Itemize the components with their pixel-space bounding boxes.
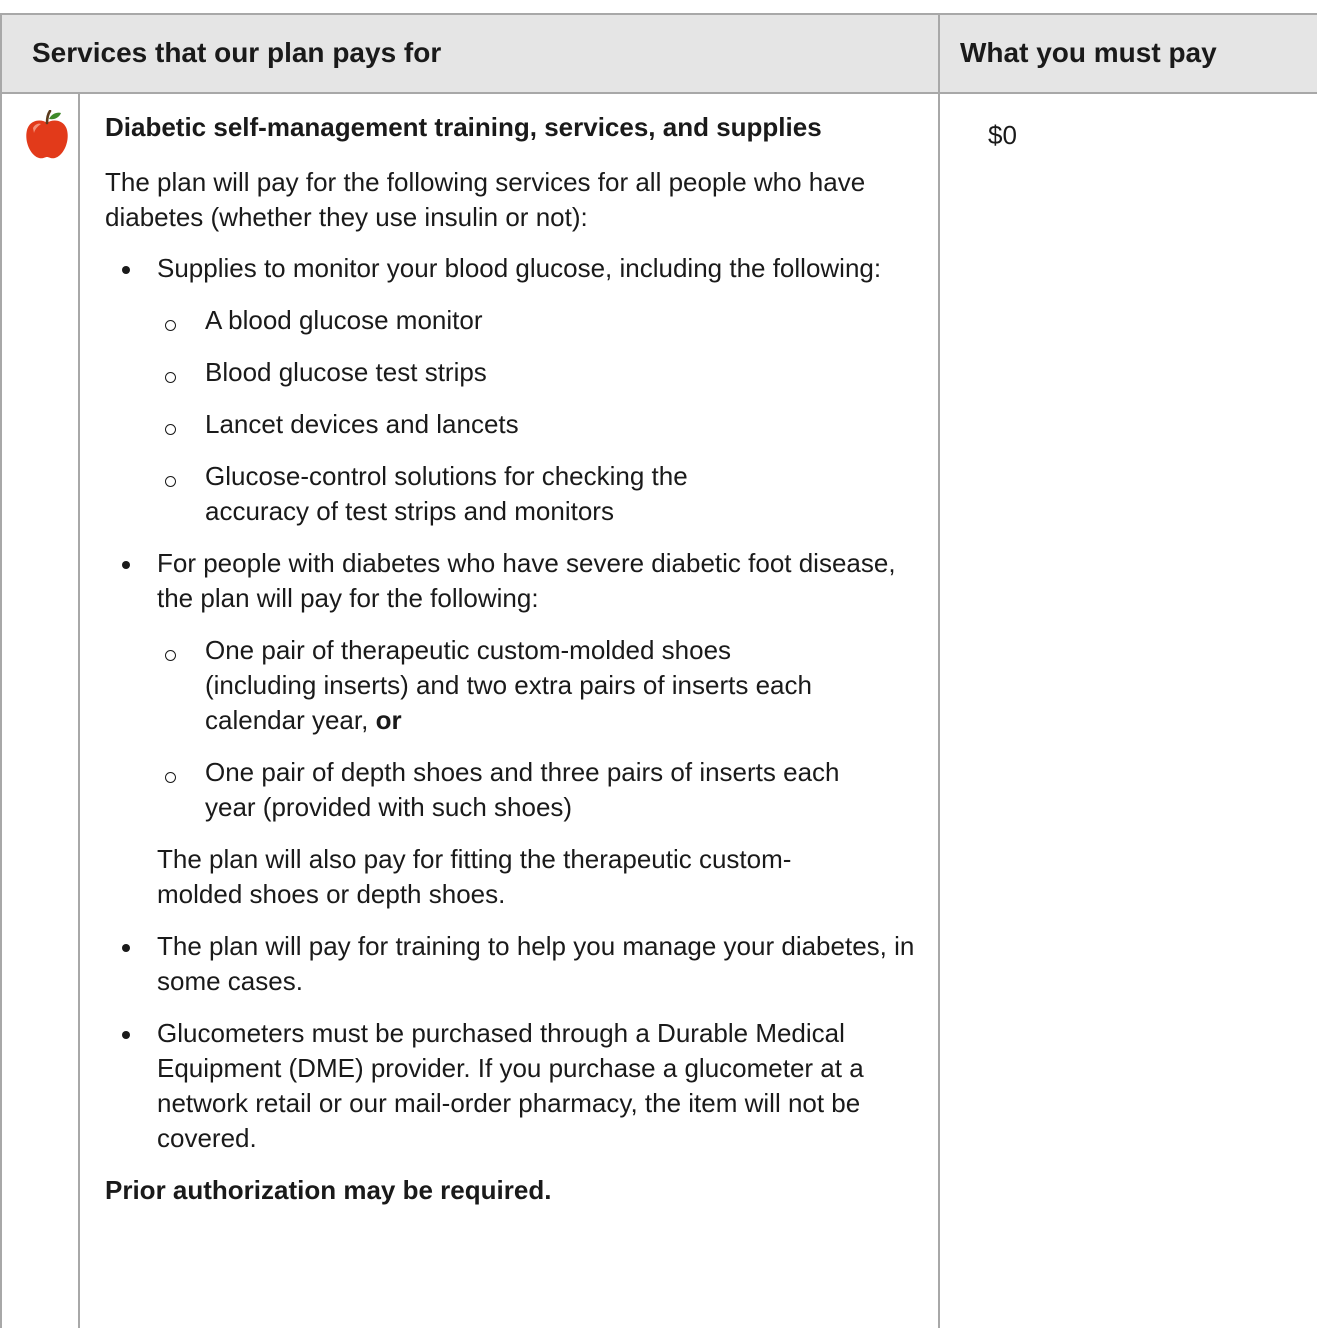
pay-column-header: What you must pay <box>960 37 1217 68</box>
sub-list-item: One pair of therapeutic custom-molded sh… <box>105 633 915 738</box>
list-item: The plan will pay for training to help y… <box>105 929 915 999</box>
circle-bullet-icon <box>165 320 176 331</box>
circle-bullet-icon <box>165 424 176 435</box>
table-left-border <box>0 13 2 1328</box>
list-item-note: The plan will also pay for fitting the t… <box>157 844 792 909</box>
bullet-dot-icon <box>122 1031 130 1039</box>
list-item-text: Glucometers must be purchased through a … <box>157 1018 864 1153</box>
list-item-text: For people with diabetes who have severe… <box>157 548 896 613</box>
list-item: For people with diabetes who have severe… <box>105 546 915 616</box>
bullet-dot-icon <box>122 944 130 952</box>
icon-column-divider <box>78 94 80 1328</box>
circle-bullet-icon <box>165 772 176 783</box>
bullet-dot-icon <box>122 561 130 569</box>
apple-icon <box>26 110 68 159</box>
sub-list-item-emphasis: or <box>375 705 402 735</box>
sub-list-item: Glucose-control solutions for checking t… <box>105 459 915 529</box>
circle-bullet-icon <box>165 650 176 661</box>
sub-list-item-text: One pair of therapeutic custom-molded sh… <box>205 635 812 735</box>
sub-list-item-text: Lancet devices and lancets <box>205 409 519 439</box>
list-item: Supplies to monitor your blood glucose, … <box>105 251 915 286</box>
benefits-table: Services that our plan pays for What you… <box>0 0 1317 1328</box>
list-item: Glucometers must be purchased through a … <box>105 1016 915 1156</box>
sub-list-item-text: Glucose-control solutions for checking t… <box>205 461 688 526</box>
intro-paragraph: The plan will pay for the following serv… <box>105 167 866 232</box>
sub-list-item-text: Blood glucose test strips <box>205 357 487 387</box>
service-title: Diabetic self-management training, servi… <box>105 112 822 142</box>
sub-list-item: One pair of depth shoes and three pairs … <box>105 755 915 825</box>
sub-list-item-text: A blood glucose monitor <box>205 305 483 335</box>
service-description: Diabetic self-management training, servi… <box>105 110 915 1208</box>
sub-list-item: A blood glucose monitor <box>105 303 915 338</box>
sub-list-item-text: One pair of depth shoes and three pairs … <box>205 757 840 822</box>
list-item-text: Supplies to monitor your blood glucose, … <box>157 253 882 283</box>
header-divider <box>0 92 1317 94</box>
column-divider <box>938 13 940 1328</box>
list-item-text: The plan will pay for training to help y… <box>157 931 915 996</box>
prior-authorization-note: Prior authorization may be required. <box>105 1175 552 1205</box>
sub-list-item: Lancet devices and lancets <box>105 407 915 442</box>
circle-bullet-icon <box>165 476 176 487</box>
sub-list-item: Blood glucose test strips <box>105 355 915 390</box>
services-column-header: Services that our plan pays for <box>32 37 442 68</box>
cost-value: $0 <box>988 120 1017 150</box>
bullet-dot-icon <box>122 266 130 274</box>
circle-bullet-icon <box>165 372 176 383</box>
